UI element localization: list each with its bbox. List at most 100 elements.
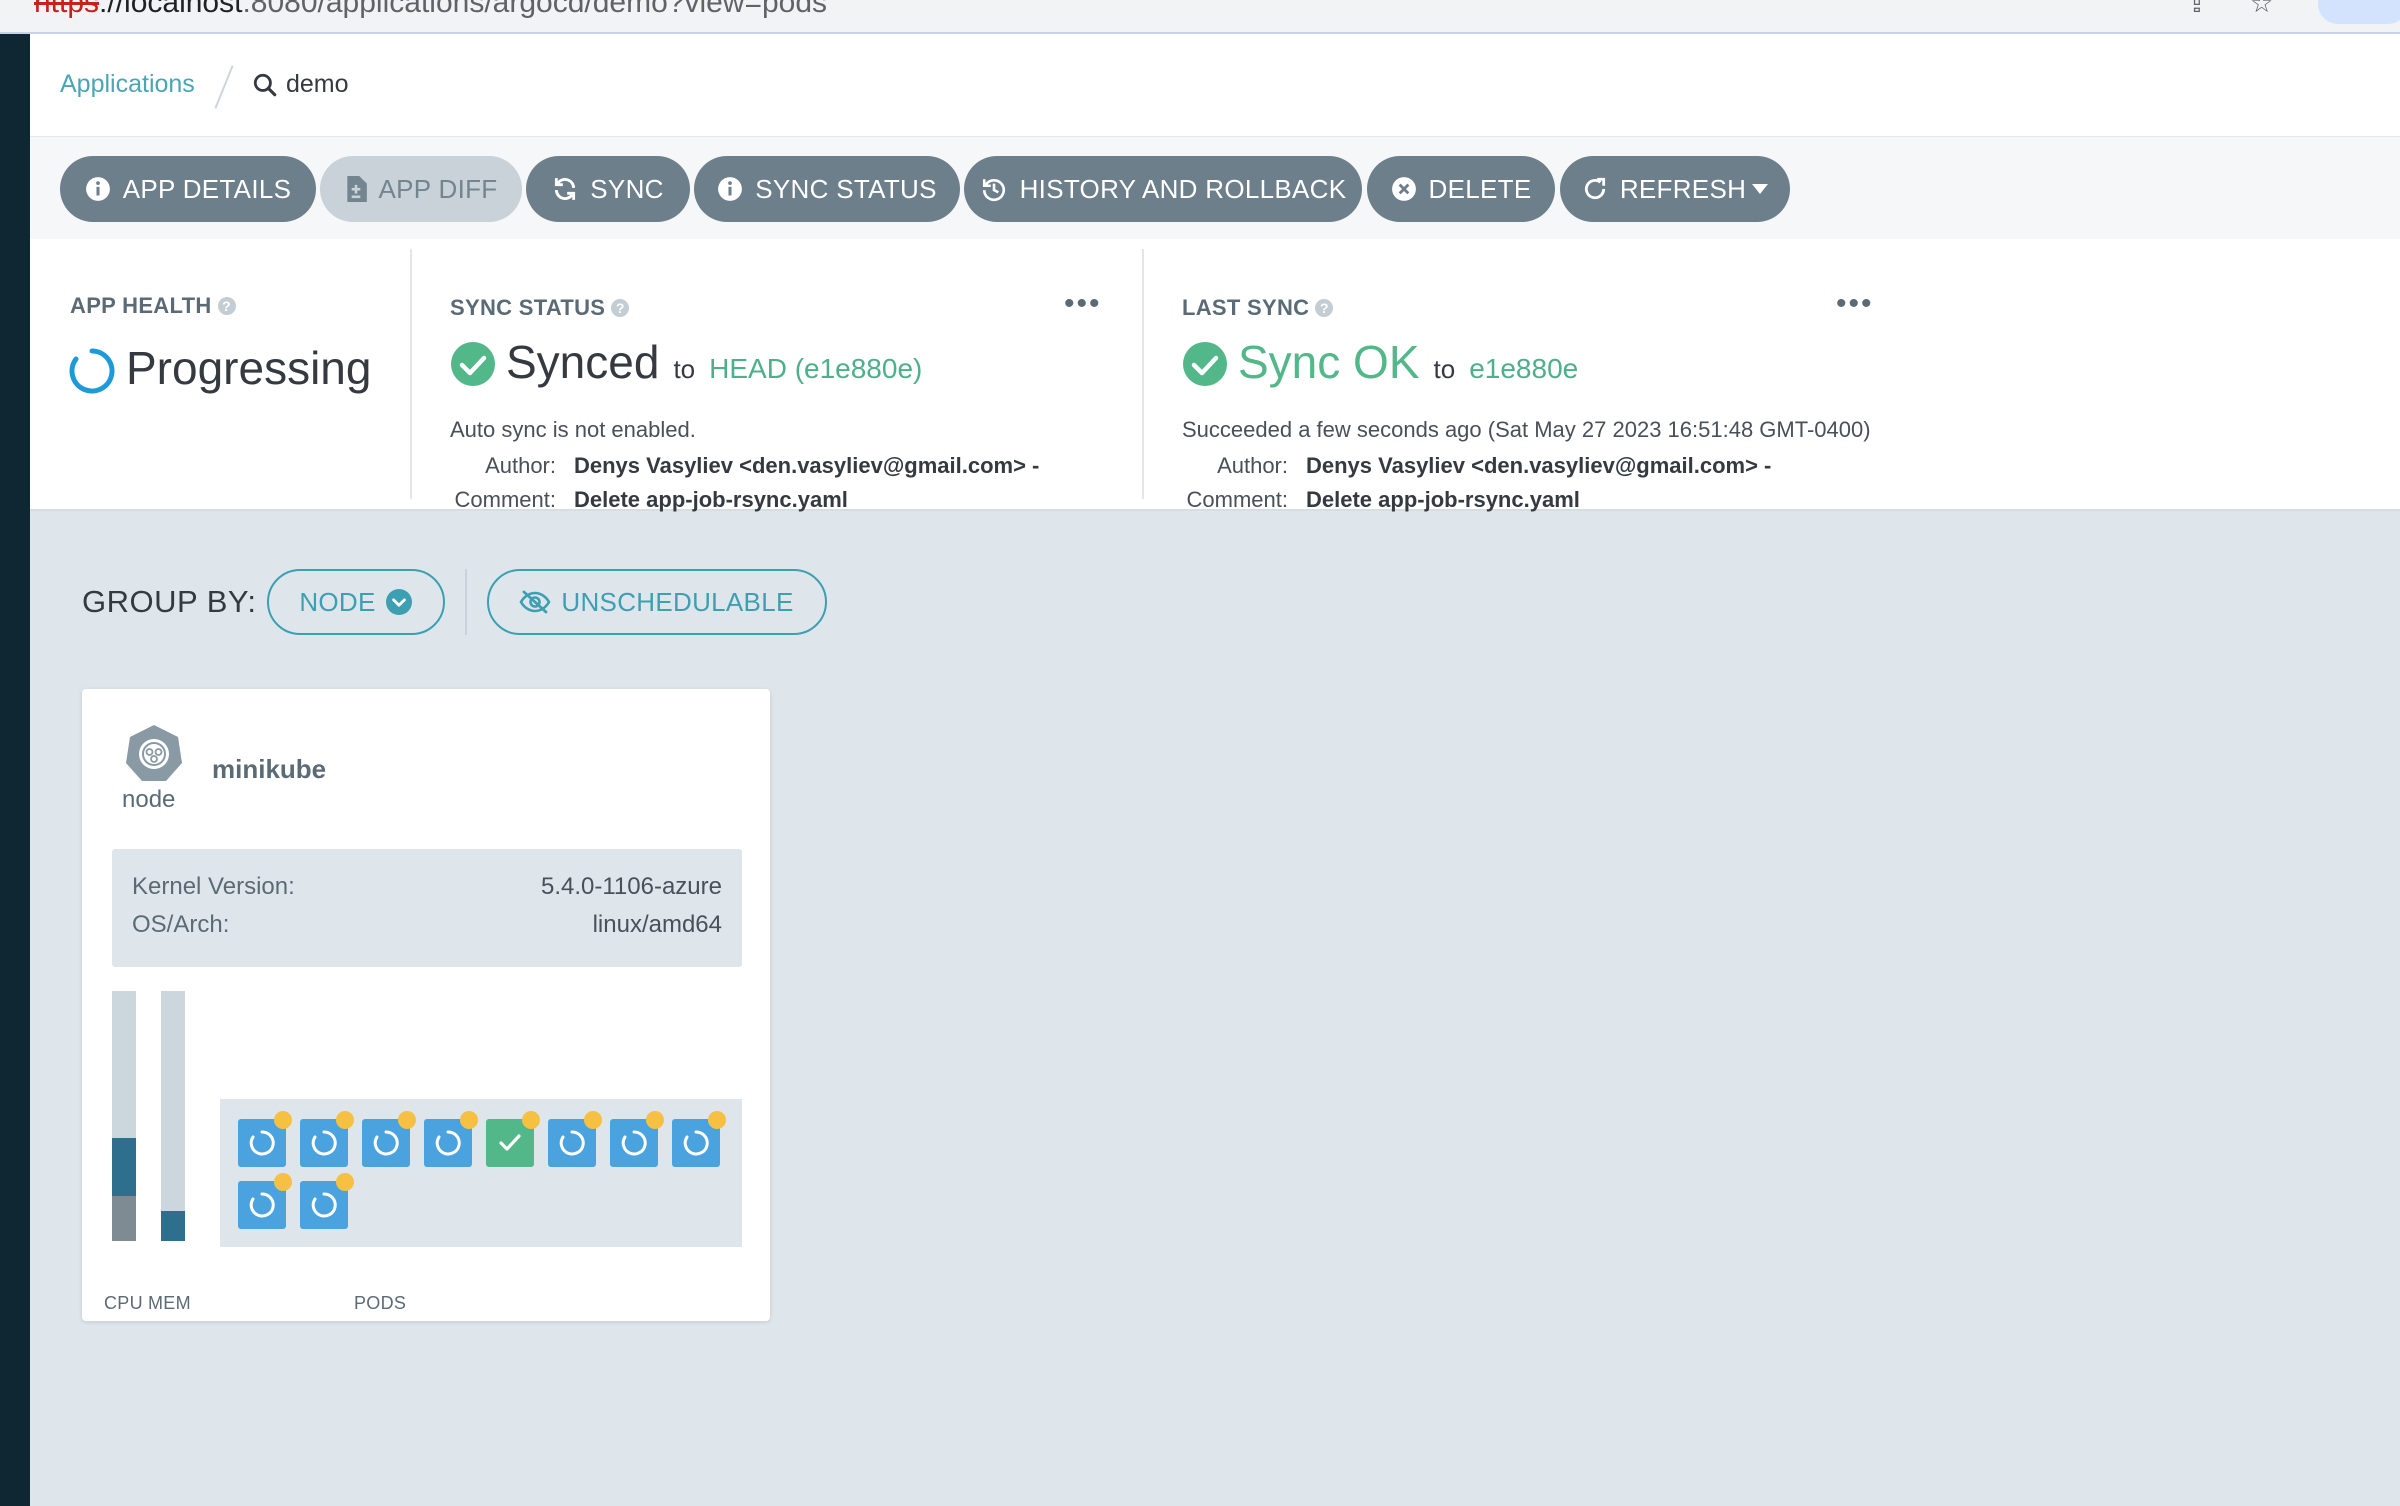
- search-icon: [253, 73, 277, 96]
- node-name: minikube: [212, 754, 327, 784]
- chevron-down-circle-icon: [385, 589, 412, 615]
- os-arch-value: linux/amd64: [592, 911, 722, 938]
- os-arch-row: OS/Arch: linux/amd64: [132, 911, 722, 939]
- group-by-node-label: NODE: [299, 586, 376, 617]
- top-bar: Applications demo: [30, 34, 2400, 137]
- group-by-divider: [464, 569, 467, 635]
- pod-tile[interactable]: [300, 1173, 354, 1229]
- refresh-icon: [1584, 177, 1605, 200]
- sync-author-row: Author: Denys Vasyliev <den.vasyliev@gmai…: [450, 453, 1039, 479]
- pod-status-badge: [398, 1111, 416, 1129]
- pod-tile[interactable]: [548, 1111, 602, 1167]
- auto-sync-note: Auto sync is not enabled.: [450, 417, 696, 442]
- sync-status-button[interactable]: SYNC STATUS: [694, 156, 960, 222]
- mem-usage-bar[interactable]: [161, 991, 185, 1241]
- pod-status-badge: [336, 1111, 354, 1129]
- pod-status-badge: [460, 1111, 478, 1129]
- last-sync-revision-link[interactable]: e1e880e: [1469, 353, 1578, 385]
- author-label: Author:: [1217, 453, 1288, 478]
- browser-address-bar[interactable]: https://localhost:8080/applications/argo…: [0, 0, 2400, 34]
- kernel-version-label: Kernel Version:: [132, 873, 295, 900]
- sync-ok-check-icon: [1183, 342, 1227, 386]
- cpu-usage-bar[interactable]: [112, 991, 136, 1241]
- progressing-spinner-icon: [435, 1130, 461, 1156]
- sync-button[interactable]: SYNC: [526, 156, 690, 222]
- progressing-spinner-icon: [373, 1130, 399, 1156]
- panel-divider: [1142, 249, 1144, 499]
- pod-tile[interactable]: [300, 1111, 354, 1167]
- kubernetes-node-icon: [126, 725, 182, 781]
- group-by-bar: GROUP BY: NODE UNSCHEDULABLE: [82, 569, 827, 635]
- sync-status-title: SYNC STATUS ?: [450, 295, 630, 321]
- last-sync-more-icon[interactable]: •••: [1836, 289, 1874, 319]
- url-path: :8080/applications/argocd/demo?view=pods: [242, 0, 828, 19]
- profile-extension-icon[interactable]: [2318, 0, 2400, 24]
- pod-tile[interactable]: [672, 1111, 726, 1167]
- pod-tile[interactable]: [424, 1111, 478, 1167]
- progressing-spinner-icon: [559, 1130, 585, 1156]
- history-rollback-button[interactable]: HISTORY AND ROLLBACK: [964, 156, 1362, 222]
- last-sync-line: Sync OK to e1e880e: [1238, 335, 1578, 389]
- refresh-button[interactable]: REFRESH: [1560, 156, 1790, 222]
- left-nav-sidebar: [0, 34, 30, 1506]
- cpu-label: CPU: [104, 1293, 143, 1313]
- node-card[interactable]: node minikube Kernel Version: 5.4.0-1106…: [82, 689, 770, 1321]
- breadcrumb-applications[interactable]: Applications: [60, 70, 195, 99]
- comment-label: Comment:: [1186, 487, 1288, 512]
- pod-tile[interactable]: [486, 1111, 540, 1167]
- help-icon[interactable]: ?: [1315, 299, 1334, 317]
- mem-request-fill: [161, 1211, 185, 1241]
- pods-container: [220, 1099, 742, 1247]
- url-text[interactable]: https://localhost:8080/applications/argo…: [34, 0, 827, 20]
- last-sync-title: LAST SYNC ?: [1182, 295, 1334, 321]
- pod-status-badge: [708, 1111, 726, 1129]
- main-content: Applications demo APP DETAILS APP DIFF S…: [30, 34, 2400, 1506]
- sync-revision-link[interactable]: HEAD (e1e880e): [709, 353, 922, 385]
- sync-status-more-icon[interactable]: •••: [1064, 289, 1102, 319]
- progressing-spinner-icon: [311, 1130, 337, 1156]
- progressing-spinner-icon: [249, 1192, 275, 1218]
- help-icon[interactable]: ?: [217, 297, 236, 315]
- pod-tile[interactable]: [362, 1111, 416, 1167]
- last-sync-value: Sync OK: [1238, 336, 1420, 388]
- caret-down-icon: [1752, 184, 1769, 194]
- bookmark-star-icon[interactable]: ☆: [2250, 0, 2276, 16]
- pod-status-badge: [522, 1111, 540, 1129]
- sync-icon: [555, 178, 576, 200]
- last-sync-author-row: Author: Denys Vasyliev <den.vasyliev@gmai…: [1182, 453, 1771, 479]
- breadcrumb-separator: [214, 65, 234, 109]
- healthy-check-icon: [499, 1134, 521, 1151]
- progressing-spinner-icon: [249, 1130, 275, 1156]
- progressing-spinner-icon: [621, 1130, 647, 1156]
- sync-status-value: Synced: [506, 336, 660, 388]
- url-host: ://localhost: [99, 0, 243, 19]
- breadcrumb-app-name: demo: [286, 70, 349, 98]
- pod-status-badge: [584, 1111, 602, 1129]
- sync-to-text: to: [673, 354, 696, 384]
- sync-comment-row: Comment: Delete app-job-rsync.yaml: [450, 487, 848, 513]
- progressing-spinner-icon: [311, 1192, 337, 1218]
- breadcrumb-current[interactable]: demo: [252, 70, 349, 99]
- share-icon[interactable]: ⇪: [2186, 0, 2212, 16]
- eye-slash-icon: [519, 590, 551, 614]
- app-diff-button[interactable]: APP DIFF: [320, 156, 522, 222]
- sync-status-title-text: SYNC STATUS: [450, 295, 606, 320]
- history-label: HISTORY AND ROLLBACK: [1019, 173, 1347, 204]
- author-value: Denys Vasyliev <den.vasyliev@gmail.com> …: [574, 453, 1040, 478]
- author-value: Denys Vasyliev <den.vasyliev@gmail.com> …: [1306, 453, 1772, 478]
- pod-tile[interactable]: [610, 1111, 664, 1167]
- app-diff-label: APP DIFF: [378, 173, 498, 204]
- pod-tile[interactable]: [238, 1173, 292, 1229]
- app-details-button[interactable]: APP DETAILS: [60, 156, 316, 222]
- pod-tile[interactable]: [238, 1111, 292, 1167]
- app-details-label: APP DETAILS: [122, 173, 292, 204]
- file-diff-icon: [346, 176, 367, 202]
- last-sync-to-text: to: [1433, 354, 1456, 384]
- unschedulable-toggle[interactable]: UNSCHEDULABLE: [486, 569, 827, 635]
- url-scheme: https: [34, 0, 100, 19]
- group-by-node-dropdown[interactable]: NODE: [266, 569, 445, 635]
- help-icon[interactable]: ?: [611, 299, 630, 317]
- history-icon: [982, 179, 1005, 202]
- delete-button[interactable]: DELETE: [1367, 156, 1555, 222]
- info-icon: [718, 177, 743, 201]
